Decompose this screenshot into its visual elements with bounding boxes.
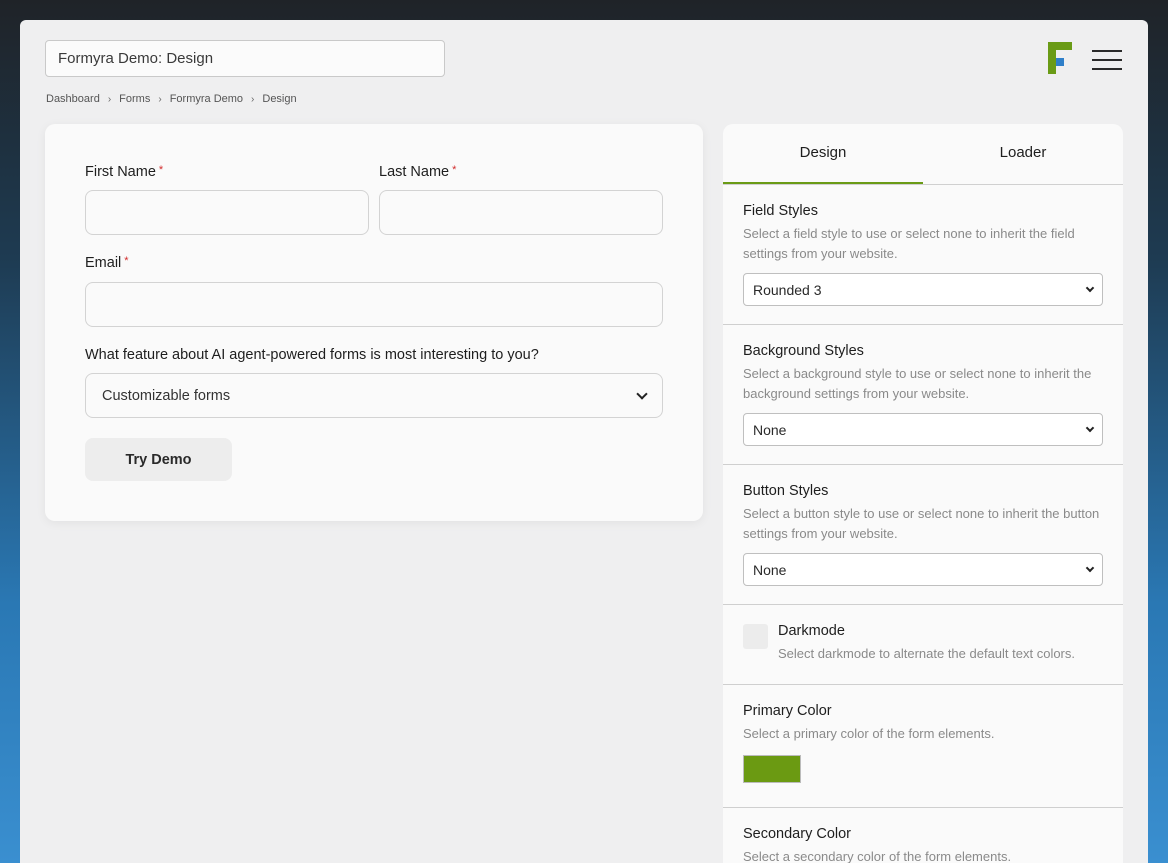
try-demo-button[interactable]: Try Demo	[85, 438, 232, 481]
field-styles-section: Field Styles Select a field style to use…	[723, 185, 1123, 325]
chevron-down-icon	[636, 387, 648, 400]
button-styles-value: None	[753, 561, 787, 578]
feature-question-label: What feature about AI agent-powered form…	[85, 347, 539, 363]
required-mark: *	[158, 164, 164, 176]
app-window: Dashboard › Forms › Formyra Demo › Desig…	[20, 20, 1148, 863]
chevron-right-icon: ›	[158, 93, 162, 105]
breadcrumb-forms[interactable]: Forms	[119, 93, 150, 105]
field-styles-select[interactable]: Rounded 3	[743, 273, 1103, 306]
field-styles-desc: Select a field style to use or select no…	[743, 226, 1075, 261]
background-styles-section: Background Styles Select a background st…	[723, 325, 1123, 465]
feature-select[interactable]: Customizable forms	[85, 373, 663, 418]
last-name-label: Last Name *	[379, 164, 457, 180]
chevron-right-icon: ›	[251, 93, 255, 105]
button-styles-title: Button Styles	[743, 483, 829, 499]
form-title-input[interactable]	[45, 40, 445, 77]
background-styles-title: Background Styles	[743, 343, 864, 359]
tab-loader[interactable]: Loader	[923, 124, 1123, 184]
chevron-right-icon: ›	[107, 93, 112, 105]
hamburger-icon[interactable]	[1092, 50, 1124, 70]
primary-color-desc: Select a primary color of the form eleme…	[743, 726, 995, 741]
breadcrumb-formyra-demo[interactable]: Formyra Demo	[170, 93, 243, 105]
breadcrumb: Dashboard › Forms › Formyra Demo › Desig…	[46, 93, 297, 105]
background-styles-desc: Select a background style to use or sele…	[743, 366, 1092, 401]
breadcrumb-dashboard[interactable]: Dashboard	[46, 93, 100, 105]
tab-design[interactable]: Design	[723, 124, 923, 184]
chevron-down-icon	[1085, 563, 1095, 572]
email-field[interactable]	[85, 282, 663, 327]
darkmode-desc: Select darkmode to alternate the default…	[778, 646, 1076, 661]
darkmode-title: Darkmode	[778, 623, 845, 639]
form-preview-card: First Name * Last Name * Email * What featu…	[45, 124, 703, 521]
primary-color-section: Primary Color Select a primary color of …	[723, 685, 1123, 808]
last-name-field[interactable]	[379, 190, 663, 235]
field-styles-value: Rounded 3	[753, 281, 822, 298]
required-mark: *	[452, 164, 457, 176]
email-label: Email *	[85, 255, 129, 271]
settings-panel: Design Loader Field Styles Select a fiel…	[723, 124, 1123, 863]
button-styles-section: Button Styles Select a button style to u…	[723, 465, 1123, 605]
secondary-color-section: Secondary Color Select a secondary color…	[723, 808, 1123, 863]
panel-tabs: Design Loader	[723, 124, 1123, 185]
field-styles-title: Field Styles	[743, 203, 818, 219]
darkmode-section: Darkmode Select darkmode to alternate th…	[723, 605, 1123, 685]
first-name-label: First Name *	[85, 164, 164, 180]
primary-color-title: Primary Color	[743, 703, 832, 719]
secondary-color-title: Secondary Color	[743, 826, 851, 842]
background-styles-value: None	[753, 421, 787, 438]
required-mark: *	[124, 255, 129, 267]
button-styles-desc: Select a button style to use or select n…	[743, 506, 1100, 541]
formyra-logo	[1048, 42, 1073, 76]
button-styles-select[interactable]: None	[743, 553, 1103, 586]
chevron-down-icon	[1085, 283, 1095, 292]
chevron-down-icon	[1085, 423, 1095, 432]
feature-select-value: Customizable forms	[102, 387, 231, 404]
first-name-field[interactable]	[85, 190, 369, 235]
primary-color-swatch[interactable]	[743, 755, 801, 783]
darkmode-checkbox[interactable]	[743, 624, 768, 649]
background-styles-select[interactable]: None	[743, 413, 1103, 446]
secondary-color-desc: Select a secondary color of the form ele…	[743, 849, 1012, 863]
breadcrumb-design: Design	[262, 93, 297, 105]
